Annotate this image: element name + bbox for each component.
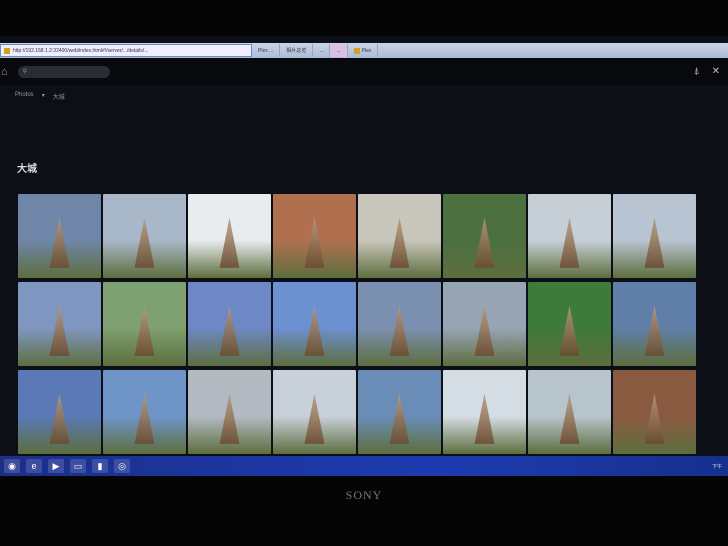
photo-thumbnail[interactable] <box>273 282 356 366</box>
photo-thumbnail[interactable] <box>103 194 186 278</box>
breadcrumb: Photos ▾ 大城 <box>15 92 65 101</box>
ie-icon[interactable]: e <box>26 459 42 473</box>
terminal-icon[interactable]: ▮ <box>92 459 108 473</box>
photo-thumbnail[interactable] <box>103 282 186 366</box>
start-button[interactable]: ◉ <box>4 459 20 473</box>
photo-thumbnail[interactable] <box>358 194 441 278</box>
media-player-icon[interactable]: ▶ <box>48 459 64 473</box>
address-bar[interactable]: http://192.168.1.2:32400/web/index.html#… <box>0 44 252 57</box>
photo-thumbnail[interactable] <box>358 282 441 366</box>
plex-favicon <box>4 47 10 54</box>
tab-label: Plex ... <box>258 47 274 54</box>
photo-thumbnail[interactable] <box>443 370 526 454</box>
cast-icon[interactable]: ⍋ <box>694 66 700 77</box>
browser-tab[interactable]: ... <box>330 44 348 57</box>
settings-icon[interactable]: ✕ <box>712 66 720 77</box>
page-title: 大城 <box>17 164 37 175</box>
plex-favicon <box>353 47 360 54</box>
photo-grid <box>18 194 696 454</box>
photo-thumbnail[interactable] <box>358 370 441 454</box>
browser-tab[interactable]: ... <box>313 44 331 57</box>
tab-label: ... <box>336 47 341 54</box>
photo-thumbnail[interactable] <box>188 194 271 278</box>
folder-icon[interactable]: ▭ <box>70 459 86 473</box>
photo-thumbnail[interactable] <box>188 370 271 454</box>
system-tray-clock[interactable]: 下午 <box>712 463 722 470</box>
breadcrumb-photos[interactable]: Photos <box>15 92 34 101</box>
tab-label: 相片总览 <box>286 48 307 54</box>
tab-label: ... <box>319 47 324 54</box>
home-icon[interactable]: ⌂ <box>1 66 8 78</box>
photo-thumbnail[interactable] <box>613 282 696 366</box>
browser-tab[interactable]: 相片总览 <box>280 44 314 57</box>
chrome-icon[interactable]: ◎ <box>114 459 130 473</box>
url-text: http://192.168.1.2:32400/web/index.html#… <box>13 47 149 54</box>
photo-thumbnail[interactable] <box>188 282 271 366</box>
tab-label: Plex <box>361 47 372 54</box>
app-header: ⌂ ⚲ ⍋ ✕ <box>0 58 728 85</box>
photo-thumbnail[interactable] <box>443 282 526 366</box>
photo-thumbnail[interactable] <box>103 370 186 454</box>
photo-thumbnail[interactable] <box>528 370 611 454</box>
photo-thumbnail[interactable] <box>18 194 101 278</box>
monitor-screen: http://192.168.1.2:32400/web/index.html#… <box>0 36 728 476</box>
photo-thumbnail[interactable] <box>273 370 356 454</box>
photo-thumbnail[interactable] <box>613 370 696 454</box>
photo-thumbnail[interactable] <box>528 282 611 366</box>
breadcrumb-album[interactable]: 大城 <box>53 92 65 101</box>
monitor-brand-logo: SONY <box>345 488 383 502</box>
photo-thumbnail[interactable] <box>18 282 101 366</box>
search-input[interactable]: ⚲ <box>17 65 110 78</box>
browser-tab-active[interactable]: Plex <box>348 44 379 57</box>
chevron-down-icon[interactable]: ▾ <box>42 92 45 101</box>
search-icon: ⚲ <box>22 69 28 75</box>
browser-tab-bar: http://192.168.1.2:32400/web/index.html#… <box>0 43 728 58</box>
photo-thumbnail[interactable] <box>443 194 526 278</box>
browser-tab[interactable]: Plex ... <box>252 44 281 57</box>
photo-thumbnail[interactable] <box>613 194 696 278</box>
taskbar: ◉ e ▶ ▭ ▮ ◎ 下午 <box>0 456 728 476</box>
photo-thumbnail[interactable] <box>528 194 611 278</box>
photo-thumbnail[interactable] <box>18 370 101 454</box>
photo-thumbnail[interactable] <box>273 194 356 278</box>
